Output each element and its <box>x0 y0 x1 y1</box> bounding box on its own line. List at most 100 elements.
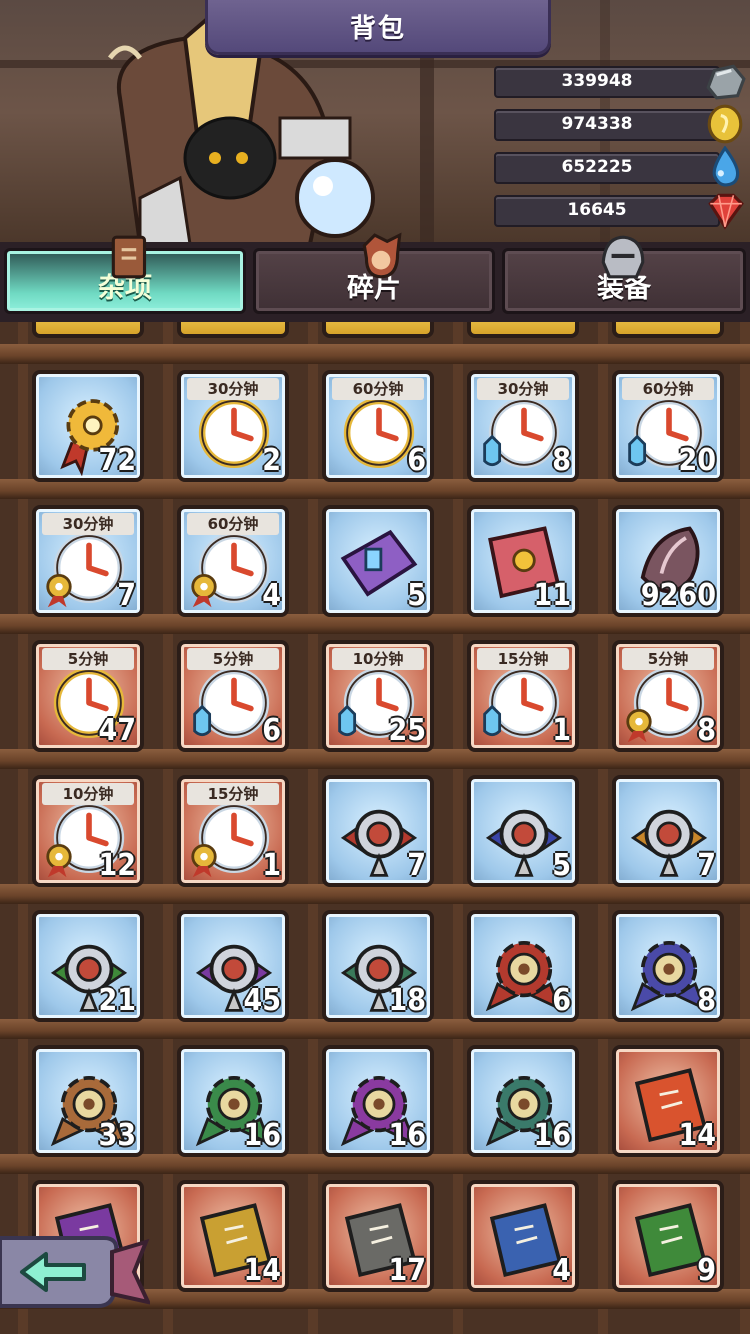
item-count: 25 <box>388 713 426 748</box>
item-slot[interactable]: 4 <box>467 1180 579 1292</box>
book-icon <box>111 235 147 279</box>
shelf-post <box>163 322 173 1334</box>
item-count: 14 <box>678 1118 716 1153</box>
shelf-plank <box>0 749 750 769</box>
gold-coin-icon <box>707 104 743 144</box>
item-slot[interactable]: 72 <box>32 370 144 482</box>
item-slot[interactable]: 14 <box>612 1045 724 1157</box>
helmet-icon <box>601 235 645 279</box>
item-slot[interactable]: 33 <box>32 1045 144 1157</box>
shelf-plank <box>0 479 750 499</box>
shelf-post <box>740 322 750 1334</box>
item-slot[interactable]: 5分钟 8 <box>612 640 724 752</box>
item-slot[interactable]: 30分钟 2 <box>177 370 289 482</box>
item-slot[interactable]: 16 <box>177 1045 289 1157</box>
item-count: 8 <box>697 983 716 1018</box>
item-count: 6 <box>552 983 571 1018</box>
duration-tag: 60分钟 <box>332 378 424 400</box>
partial-item-slot[interactable] <box>322 322 434 338</box>
item-count: 5 <box>407 578 426 613</box>
item-slot[interactable]: 16 <box>467 1045 579 1157</box>
partial-item-slot[interactable] <box>612 322 724 338</box>
resource-value: 339948 <box>561 71 633 91</box>
item-count: 7 <box>407 848 426 883</box>
item-slot[interactable]: 21 <box>32 910 144 1022</box>
item-count: 4 <box>552 1253 571 1288</box>
item-slot[interactable]: 7 <box>322 775 434 887</box>
item-slot[interactable]: 5分钟 47 <box>32 640 144 752</box>
item-slot[interactable]: 5分钟 6 <box>177 640 289 752</box>
resource-gold[interactable]: 974338 <box>494 104 743 144</box>
shelf-plank <box>0 1154 750 1174</box>
item-count: 8 <box>552 443 571 478</box>
item-count: 18 <box>388 983 426 1018</box>
shelf-post <box>598 322 608 1334</box>
shelf-post <box>453 322 463 1334</box>
resource-value: 974338 <box>561 114 633 134</box>
duration-tag: 5分钟 <box>42 648 134 670</box>
item-slot[interactable]: 18 <box>322 910 434 1022</box>
item-slot[interactable]: 5 <box>322 505 434 617</box>
item-count: 16 <box>243 1118 281 1153</box>
shelf-plank <box>0 884 750 904</box>
item-count: 7 <box>117 578 136 613</box>
item-count: 21 <box>98 983 136 1018</box>
duration-tag: 30分钟 <box>477 378 569 400</box>
partial-item-slot[interactable] <box>467 322 579 338</box>
item-slot[interactable]: 17 <box>322 1180 434 1292</box>
shelf-post <box>308 322 318 1334</box>
item-slot[interactable]: 15分钟 1 <box>177 775 289 887</box>
item-count: 7 <box>697 848 716 883</box>
inventory-grid: 72 30分钟 2 60分钟 6 30分钟 8 60分钟 20 30分钟 7 60分钟 4 5 11 9260… <box>0 322 750 1334</box>
tab-misc[interactable]: 杂项 <box>4 235 246 314</box>
tab-fragments[interactable]: 碎片 <box>253 232 495 314</box>
resource-water[interactable]: 652225 <box>494 146 740 187</box>
item-count: 45 <box>243 983 281 1018</box>
duration-tag: 60分钟 <box>187 513 279 535</box>
item-slot[interactable]: 14 <box>177 1180 289 1292</box>
item-count: 17 <box>388 1253 426 1288</box>
hero-head-icon <box>362 232 402 279</box>
item-slot[interactable]: 7 <box>612 775 724 887</box>
header-scene: 背包 339948 974338 652225 16645 <box>0 0 750 250</box>
resource-gem[interactable]: 16645 <box>494 193 744 230</box>
duration-tag: 10分钟 <box>42 783 134 805</box>
item-count: 72 <box>98 443 136 478</box>
item-slot[interactable]: 10分钟 25 <box>322 640 434 752</box>
item-count: 1 <box>552 713 571 748</box>
item-slot[interactable]: 5 <box>467 775 579 887</box>
item-slot[interactable]: 11 <box>467 505 579 617</box>
item-slot[interactable]: 9 <box>612 1180 724 1292</box>
item-count: 20 <box>678 443 716 478</box>
resource-value: 16645 <box>567 200 627 220</box>
item-count: 2 <box>262 443 281 478</box>
item-count: 9 <box>697 1253 716 1288</box>
item-slot[interactable]: 10分钟 12 <box>32 775 144 887</box>
resource-stone[interactable]: 339948 <box>494 64 746 100</box>
partial-item-slot[interactable] <box>177 322 289 338</box>
item-slot[interactable]: 30分钟 7 <box>32 505 144 617</box>
item-slot[interactable]: 30分钟 8 <box>467 370 579 482</box>
item-slot[interactable]: 8 <box>612 910 724 1022</box>
tab-equipment[interactable]: 装备 <box>502 235 746 314</box>
item-slot[interactable]: 9260 <box>612 505 724 617</box>
item-slot[interactable]: 60分钟 6 <box>322 370 434 482</box>
item-slot[interactable]: 60分钟 4 <box>177 505 289 617</box>
item-count: 12 <box>98 848 136 883</box>
item-slot[interactable]: 16 <box>322 1045 434 1157</box>
water-drop-icon <box>712 146 740 187</box>
duration-tag: 15分钟 <box>187 783 279 805</box>
duration-tag: 60分钟 <box>622 378 714 400</box>
item-slot[interactable]: 60分钟 20 <box>612 370 724 482</box>
page-title: 背包 <box>349 13 406 44</box>
duration-tag: 15分钟 <box>477 648 569 670</box>
item-count: 5 <box>552 848 571 883</box>
item-count: 14 <box>243 1253 281 1288</box>
partial-item-slot[interactable] <box>32 322 144 338</box>
item-slot[interactable]: 6 <box>467 910 579 1022</box>
item-slot[interactable]: 15分钟 1 <box>467 640 579 752</box>
item-count: 4 <box>262 578 281 613</box>
duration-tag: 10分钟 <box>332 648 424 670</box>
back-arrow-icon[interactable] <box>0 1232 150 1316</box>
item-slot[interactable]: 45 <box>177 910 289 1022</box>
